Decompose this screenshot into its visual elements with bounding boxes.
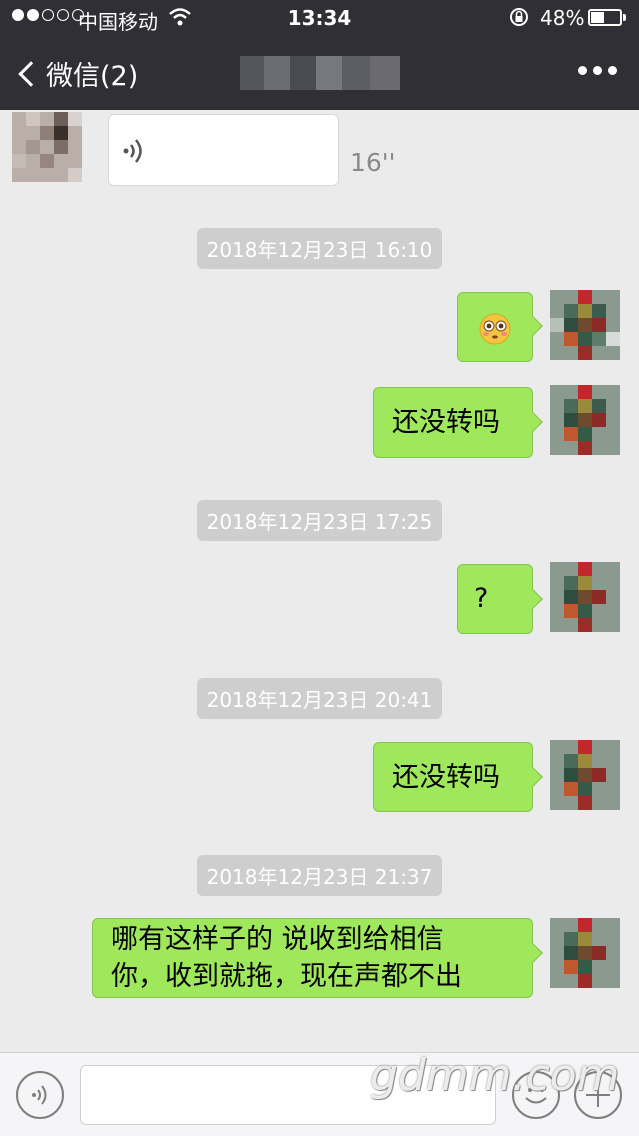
top-bar: 中国移动 13:34 48% 微信(2) [0,0,639,110]
flushed-face-emoji [478,312,512,358]
voice-duration: 16'' [350,148,396,177]
chevron-left-icon [18,60,44,87]
my-avatar[interactable] [550,385,620,455]
my-avatar[interactable] [550,740,620,810]
timestamp: 2018年12月23日 17:25 [0,500,639,541]
text-message-bubble[interactable]: ? [457,564,533,634]
nav-bar: 微信(2) [0,36,639,110]
my-avatar[interactable] [550,290,620,360]
my-avatar[interactable] [550,918,620,988]
status-bar: 中国移动 13:34 48% [0,0,639,36]
my-avatar[interactable] [550,562,620,632]
message-text-line: 哪有这样子的 说收到给相信 [111,924,444,955]
text-message-bubble[interactable]: 还没转吗 [373,387,533,458]
timestamp: 2018年12月23日 21:37 [0,855,639,896]
message-text: ? [474,583,489,614]
timestamp: 2018年12月23日 16:10 [0,228,639,269]
emoji-message-bubble[interactable] [457,292,533,362]
voice-toggle-icon[interactable] [16,1071,64,1119]
more-dots-icon[interactable] [578,66,617,75]
battery-level [591,12,604,23]
text-message-bubble[interactable]: 哪有这样子的 说收到给相信 你，收到就拖，现在声都不出 [92,918,533,998]
message-text: 还没转吗 [392,407,500,438]
voice-wave-icon [123,137,145,177]
battery-icon [588,9,622,26]
timestamp: 2018年12月23日 20:41 [0,678,639,719]
battery-percent: 48% [540,6,585,30]
watermark: gdmm.com [370,1050,620,1101]
rotation-lock-icon [508,6,530,33]
back-label: 微信(2) [46,61,139,92]
contact-avatar[interactable] [12,112,82,182]
message-text-line: 你，收到就拖，现在声都不出 [111,961,462,992]
chat-title-pixelated [240,56,400,90]
message-text: 还没转吗 [392,762,500,793]
text-message-bubble[interactable]: 还没转吗 [373,742,533,812]
back-button[interactable]: 微信(2) [14,54,138,93]
voice-message-bubble[interactable] [108,114,339,186]
